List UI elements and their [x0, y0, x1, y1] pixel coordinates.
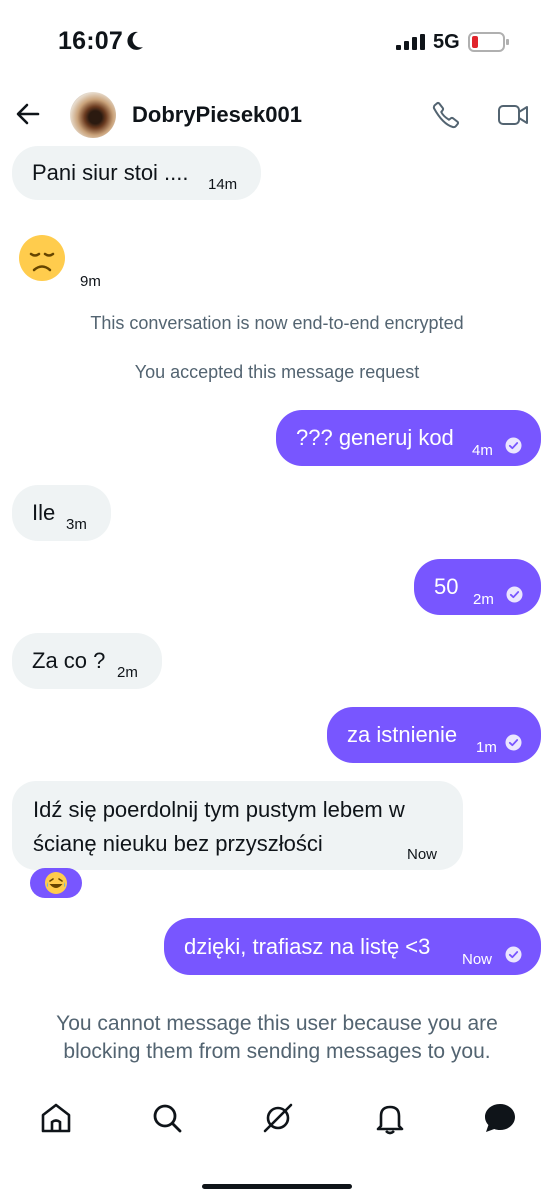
- message-text: dzięki, trafiasz na listę <3: [184, 934, 431, 959]
- message-incoming[interactable]: Idź się poerdolnij tym pustym lebem w śc…: [12, 781, 463, 870]
- message-text: ??? generuj kod: [296, 425, 454, 450]
- message-time: 2m: [473, 591, 494, 608]
- message-time: 4m: [472, 442, 493, 459]
- message-text-line-1: Idź się poerdolnij tym pustym lebem w: [33, 797, 405, 822]
- phone-icon[interactable]: [431, 100, 461, 130]
- message-text: Pani siur stoi ....: [32, 160, 189, 185]
- message-outgoing[interactable]: dzięki, trafiasz na listę <3 Now: [164, 918, 541, 975]
- network-type: 5G: [433, 31, 460, 53]
- message-incoming[interactable]: Pani siur stoi .... 14m: [12, 146, 261, 200]
- moon-icon: [127, 31, 143, 50]
- message-time: Now: [462, 951, 493, 968]
- message-time: 3m: [66, 516, 87, 533]
- message-time: 14m: [208, 176, 238, 193]
- laughing-emoji: [44, 871, 68, 900]
- message-text: 50: [434, 574, 459, 599]
- home-icon[interactable]: [38, 1100, 74, 1136]
- blocked-notice: You cannot message this user because you…: [56, 1012, 498, 1063]
- message-text: Za co ?: [32, 648, 106, 673]
- message-incoming[interactable]: Za co ? 2m: [12, 633, 162, 689]
- read-check-icon: [505, 437, 522, 454]
- message-incoming[interactable]: Ile 3m: [12, 485, 111, 541]
- encryption-notice: This conversation is now end-to-end encr…: [90, 313, 464, 333]
- conversation-header: DobryPiesek001: [0, 84, 554, 144]
- message-text-line-2: ścianę nieuku bez przyszłości: [33, 831, 323, 856]
- disappointed-emoji[interactable]: [18, 234, 66, 282]
- message-text: za istnienie: [347, 722, 458, 747]
- bottom-tab-bar: [0, 1090, 554, 1150]
- message-outgoing[interactable]: 50 2m: [414, 559, 541, 615]
- read-check-icon: [506, 586, 523, 603]
- bell-icon[interactable]: [372, 1100, 408, 1136]
- read-check-icon: [505, 734, 522, 751]
- messages-icon[interactable]: [482, 1100, 518, 1136]
- contact-name[interactable]: DobryPiesek001: [132, 102, 302, 128]
- message-outgoing[interactable]: za istnienie 1m: [327, 707, 541, 763]
- grok-icon[interactable]: [260, 1100, 296, 1136]
- message-time: 1m: [476, 739, 497, 756]
- message-outgoing[interactable]: ??? generuj kod 4m: [276, 410, 541, 466]
- status-bar: 16:07 5G: [0, 0, 554, 80]
- message-time: Now: [407, 846, 438, 863]
- request-accepted-notice: You accepted this message request: [134, 362, 420, 382]
- message-time: 9m: [80, 273, 101, 290]
- reaction-badge[interactable]: [30, 868, 82, 898]
- message-time: 2m: [117, 664, 138, 681]
- search-icon[interactable]: [149, 1100, 185, 1136]
- message-text: Ile: [32, 500, 56, 525]
- status-time: 16:07: [58, 27, 123, 55]
- video-camera-icon[interactable]: [497, 101, 529, 129]
- arrow-left-icon[interactable]: [14, 100, 42, 128]
- avatar[interactable]: [70, 92, 116, 138]
- read-check-icon: [505, 946, 522, 963]
- home-indicator: [202, 1184, 352, 1189]
- battery-low-icon: [468, 32, 509, 52]
- signal-icon: [396, 34, 425, 50]
